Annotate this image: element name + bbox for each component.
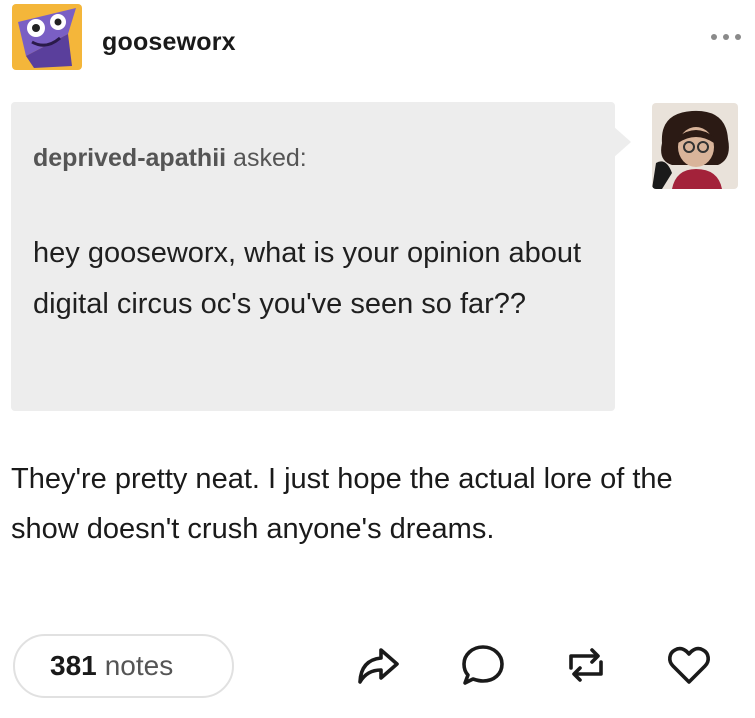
asker-avatar[interactable] [652, 103, 738, 189]
more-options-icon[interactable] [701, 30, 741, 44]
answer-text: They're pretty neat. I just hope the act… [11, 463, 673, 545]
asker-name[interactable]: deprived-apathii [33, 144, 226, 172]
notes-count: 381 [50, 650, 97, 681]
asked-label: asked: [233, 144, 307, 172]
like-icon[interactable] [666, 642, 712, 688]
asker-line: deprived-apathii asked: [33, 144, 307, 173]
reblog-icon[interactable] [563, 642, 609, 688]
blog-avatar[interactable] [12, 4, 82, 70]
notes-button[interactable]: 381 notes [13, 634, 234, 698]
notes-label: notes [104, 650, 174, 681]
post-header: gooseworx [12, 4, 745, 74]
ask-bubble-tail [613, 126, 631, 158]
share-icon[interactable] [355, 642, 401, 688]
ask-box: deprived-apathii asked: hey gooseworx, w… [11, 102, 615, 411]
ask-question: hey gooseworx, what is your opinion abou… [33, 237, 582, 320]
reply-icon[interactable] [460, 642, 506, 688]
blog-name[interactable]: gooseworx [102, 28, 236, 57]
